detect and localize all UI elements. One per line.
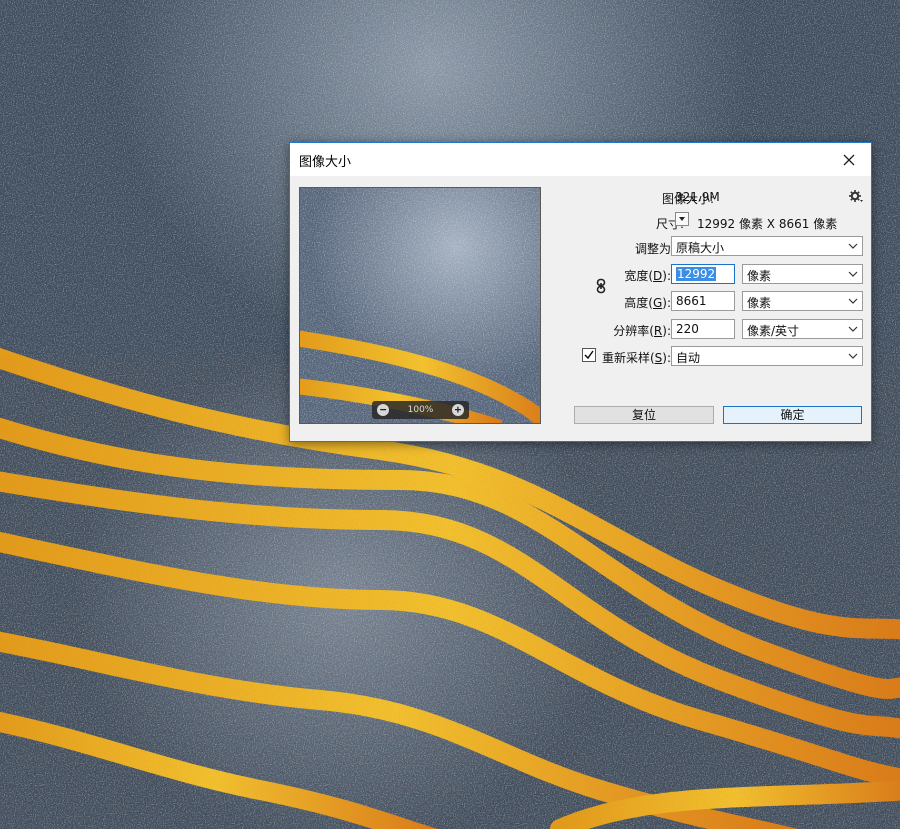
chevron-down-icon: [848, 326, 858, 332]
chevron-down-icon: [848, 271, 858, 277]
width-label: 宽度(D):: [624, 269, 671, 283]
preview-image: [300, 188, 540, 423]
height-value: 8661: [676, 294, 707, 308]
dialog-title: 图像大小: [299, 155, 352, 170]
resolution-label: 分辨率(R):: [613, 324, 671, 338]
image-preview[interactable]: − 100% +: [299, 187, 541, 424]
height-label: 高度(G):: [624, 296, 671, 310]
resample-value: 自动: [676, 351, 701, 365]
resolution-unit-select[interactable]: 像素/英寸: [742, 319, 863, 339]
resample-label: 重新采样(S):: [601, 351, 671, 365]
link-icon[interactable]: [596, 278, 606, 294]
resolution-input[interactable]: 220: [671, 319, 735, 339]
zoom-out-button[interactable]: −: [377, 404, 389, 416]
dialog-titlebar[interactable]: 图像大小: [290, 143, 871, 176]
height-unit-select[interactable]: 像素: [742, 291, 863, 311]
fit-to-value: 原稿大小: [676, 241, 725, 255]
zoom-in-button[interactable]: +: [451, 404, 464, 416]
chevron-down-icon: [848, 353, 858, 359]
resample-select[interactable]: 自动: [671, 346, 863, 366]
resample-checkbox[interactable]: [582, 348, 596, 362]
reset-button[interactable]: 复位: [574, 406, 714, 424]
fit-to-select[interactable]: 原稿大小: [671, 236, 863, 256]
resolution-unit: 像素/英寸: [747, 324, 800, 338]
image-size-dialog: 图像大小 − 100% + 图像大小: 321.9M 尺寸: 12992 像素 …: [289, 142, 872, 442]
width-unit-select[interactable]: 像素: [742, 264, 863, 284]
fit-to-label: 调整为: [634, 242, 671, 256]
gear-icon[interactable]: [849, 189, 863, 203]
height-input[interactable]: 8661: [671, 291, 735, 311]
dimensions-value: 12992 像素 X 8661 像素: [697, 217, 838, 231]
dimensions-unit-dropdown[interactable]: [675, 212, 689, 226]
width-value: 12992: [676, 267, 717, 281]
close-icon: [843, 154, 855, 165]
height-unit: 像素: [747, 296, 772, 310]
checkmark-icon: [584, 350, 594, 360]
resolution-value: 220: [676, 322, 699, 336]
image-size-value: 321.9M: [675, 190, 720, 204]
zoom-bar: − 100% +: [372, 401, 469, 419]
close-button[interactable]: [827, 143, 871, 176]
width-unit: 像素: [747, 269, 772, 283]
width-input[interactable]: 12992: [671, 264, 735, 284]
chevron-down-icon: [848, 243, 858, 249]
zoom-level: 100%: [407, 405, 434, 415]
triangle-down-icon: [679, 217, 685, 221]
ok-button[interactable]: 确定: [723, 406, 862, 424]
chevron-down-icon: [848, 298, 858, 304]
